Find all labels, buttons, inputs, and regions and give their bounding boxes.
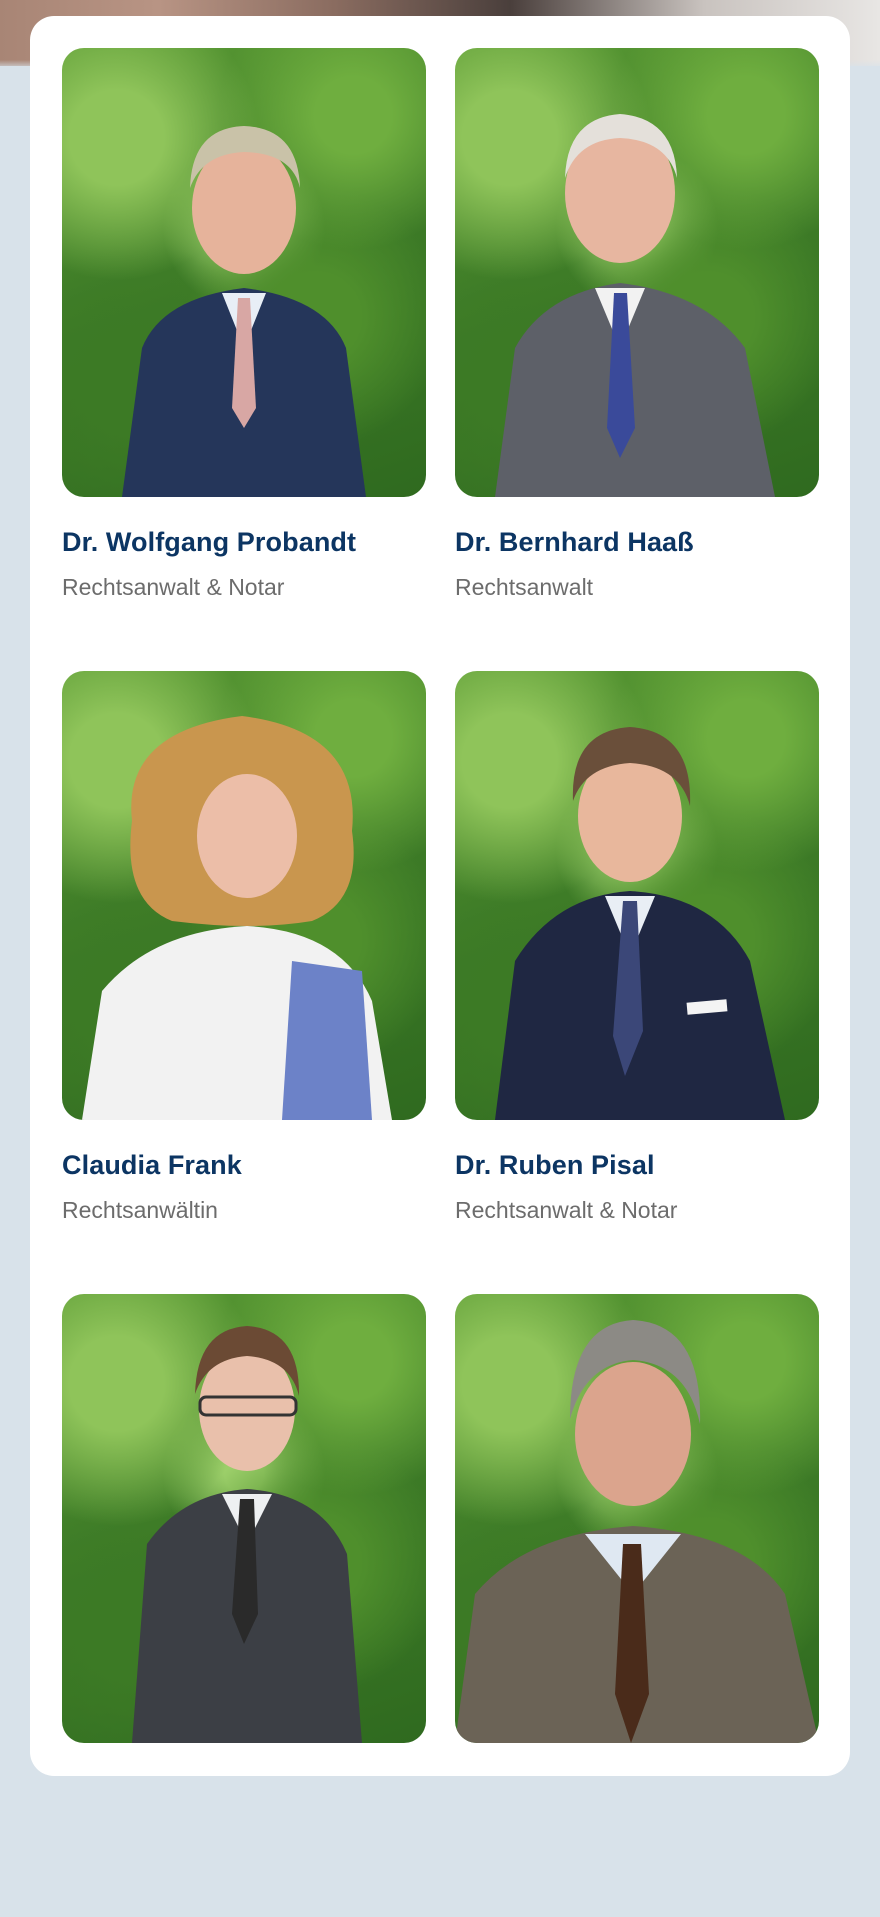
member-photo[interactable] [455, 671, 819, 1120]
portrait-illustration [495, 727, 785, 1120]
face [575, 1362, 691, 1506]
portrait-illustration [495, 114, 775, 497]
member-name[interactable]: Dr. Wolfgang Probandt [62, 527, 356, 558]
member-photo[interactable] [455, 48, 819, 497]
portrait-illustration [82, 716, 392, 1120]
member-role: Rechtsanwältin [62, 1197, 218, 1223]
team-member-card[interactable]: Dr. Ruben Pisal Rechtsanwalt & Notar [455, 671, 819, 1294]
team-member-card[interactable]: Dr. Wolfgang Probandt Rechtsanwalt & Not… [62, 48, 426, 671]
member-photo[interactable] [62, 671, 426, 1120]
member-role: Rechtsanwalt & Notar [62, 574, 285, 600]
member-name[interactable]: Dr. Ruben Pisal [455, 1150, 655, 1181]
team-member-card[interactable] [62, 1294, 426, 1917]
face [197, 774, 297, 898]
suit [495, 283, 775, 497]
member-photo[interactable] [62, 1294, 426, 1743]
member-role: Rechtsanwalt [455, 574, 594, 600]
portrait-illustration [132, 1326, 362, 1743]
team-member-card[interactable]: Claudia Frank Rechtsanwältin [62, 671, 426, 1294]
team-grid: Dr. Wolfgang Probandt Rechtsanwalt & Not… [62, 48, 819, 1917]
portrait-illustration [455, 1320, 819, 1743]
blouse [282, 961, 372, 1120]
member-role: Rechtsanwalt & Notar [455, 1197, 678, 1223]
member-photo[interactable] [62, 48, 426, 497]
team-member-card[interactable]: Dr. Bernhard Haaß Rechtsanwalt [455, 48, 819, 671]
member-name[interactable]: Dr. Bernhard Haaß [455, 527, 694, 558]
member-name[interactable]: Claudia Frank [62, 1150, 242, 1181]
member-photo[interactable] [455, 1294, 819, 1743]
team-member-card[interactable] [455, 1294, 819, 1917]
portrait-illustration [122, 126, 366, 497]
